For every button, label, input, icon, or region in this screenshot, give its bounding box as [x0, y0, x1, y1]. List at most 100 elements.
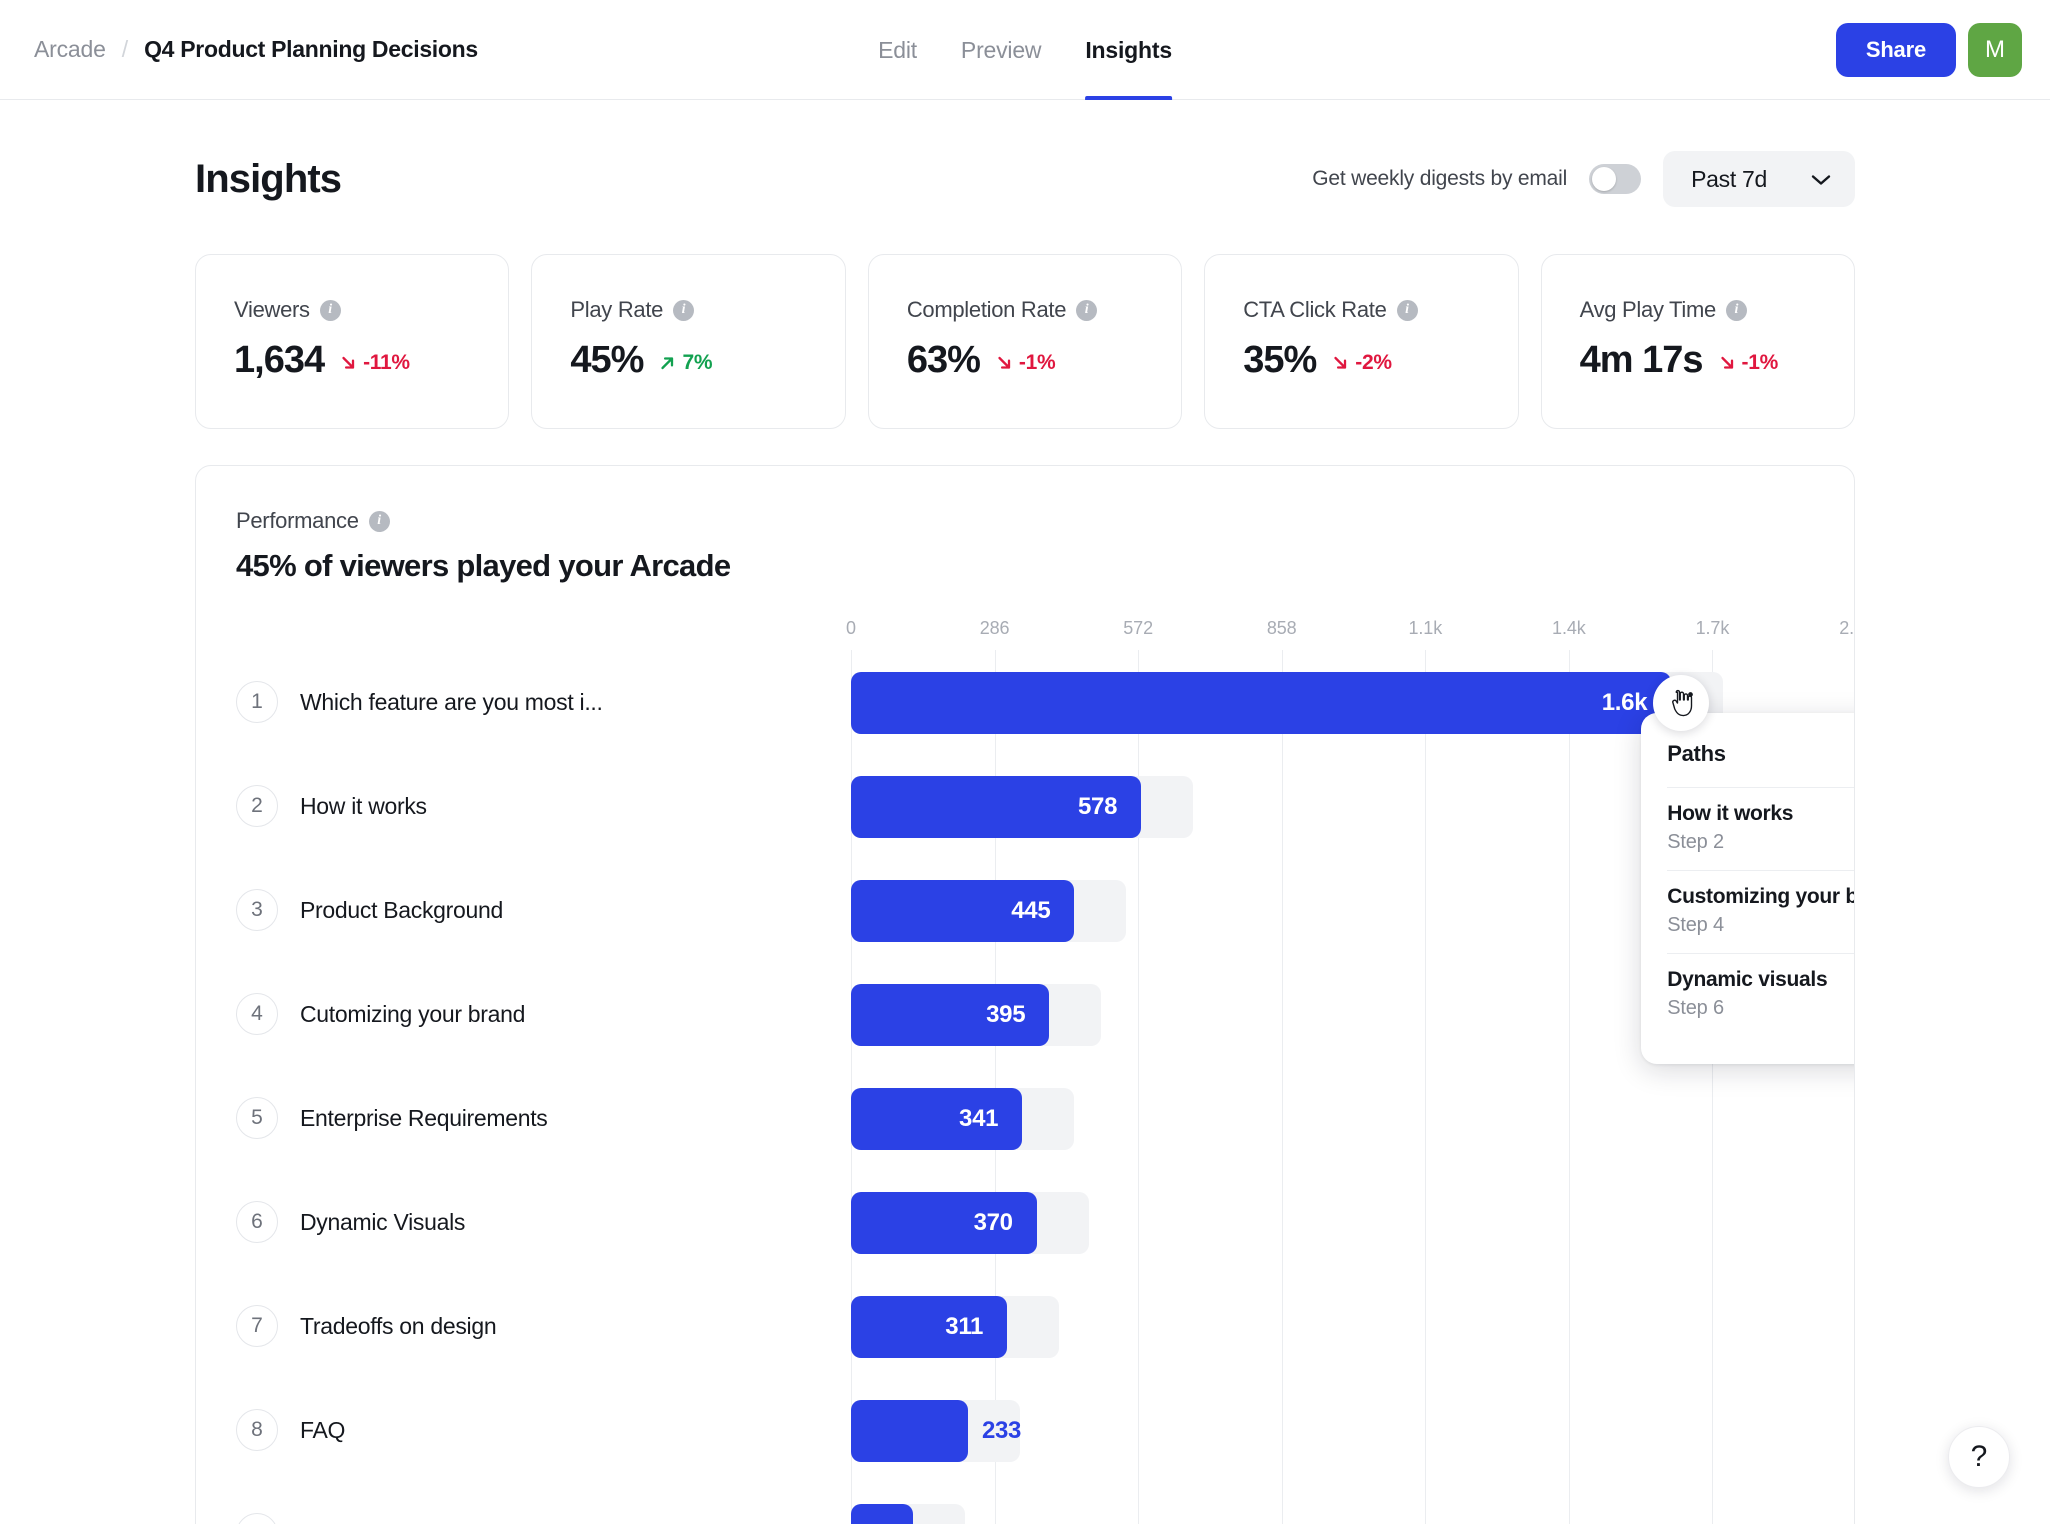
bar-value-label: 311	[945, 1313, 984, 1340]
tooltip-path-name: How it works	[1667, 802, 1794, 825]
bar[interactable]: 1.6k	[851, 672, 1672, 734]
chart-bar-row[interactable]: 6 Dynamic Visuals 370	[236, 1170, 1854, 1274]
metric-card-cta-click-rate: CTA Click Rate i 35% -2%	[1204, 254, 1519, 429]
chart-bar-row[interactable]: 8 FAQ 233	[236, 1378, 1854, 1482]
chart-row-label-group: 1 Which feature are you most i...	[236, 650, 836, 754]
info-icon[interactable]: i	[319, 299, 341, 321]
avatar[interactable]: M	[1968, 22, 2022, 77]
arrow-down-right-icon	[1719, 354, 1737, 372]
page-header-controls: Get weekly digests by email Past 7d	[1312, 151, 1855, 207]
arrow-down-right-icon	[340, 354, 358, 372]
metric-value: 45%	[570, 339, 644, 381]
bar[interactable]: 311	[851, 1296, 1008, 1358]
metric-cards: Viewers i 1,634 -11% Play Rate i 45% 7% …	[195, 254, 1856, 429]
breadcrumb-root-link[interactable]: Arcade	[34, 36, 106, 63]
chevron-down-icon	[1811, 173, 1831, 185]
chart-bar-row[interactable]: 7 Tradeoffs on design 311	[236, 1274, 1854, 1378]
chart-row-label-group: 5 Enterprise Requirements	[236, 1066, 836, 1170]
chart-row-title: Tradeoffs on design	[300, 1312, 497, 1339]
tab-preview[interactable]: Preview	[961, 0, 1042, 100]
bar-value-label: 445	[1011, 897, 1051, 924]
bar[interactable]: 395	[851, 984, 1050, 1046]
toggle-knob	[1592, 167, 1617, 191]
bar-value-label: 370	[973, 1209, 1013, 1236]
bar-value-label: 341	[959, 1105, 999, 1132]
metric-delta: -1%	[1719, 351, 1778, 375]
bar-value-label: 233	[981, 1417, 1022, 1444]
share-button[interactable]: Share	[1835, 22, 1956, 77]
step-number-badge: 9	[236, 1513, 278, 1524]
tooltip-title: Paths	[1667, 741, 1726, 766]
performance-headline: 45% of viewers played your Arcade	[236, 548, 731, 583]
chart-row-title: Enterprise Requirements	[300, 1104, 548, 1131]
x-axis-tick-label: 858	[1266, 618, 1297, 638]
tooltip-path-step: Step 2	[1667, 831, 1724, 853]
chart-row-label-group: 9 That's all!	[236, 1482, 836, 1524]
arrow-down-right-icon	[996, 354, 1014, 372]
weekly-digest-toggle[interactable]	[1589, 164, 1642, 194]
tab-insights[interactable]: Insights	[1085, 0, 1172, 100]
bar[interactable]: 341	[851, 1088, 1023, 1150]
breadcrumb-current-title: Q4 Product Planning Decisions	[144, 36, 478, 62]
x-axis-tick-label: 2.0k	[1839, 618, 1854, 638]
chart-row-title: FAQ	[300, 1416, 346, 1443]
metric-delta-text: -1%	[1018, 351, 1056, 374]
x-axis-tick-label: 1.4k	[1552, 618, 1586, 638]
chart-row-label-group: 3 Product Background	[236, 858, 836, 962]
chart-bar-row[interactable]: 9 That's all! 123	[236, 1482, 1854, 1524]
weekly-digest-label: Get weekly digests by email	[1312, 167, 1568, 190]
metric-value: 35%	[1243, 339, 1317, 381]
metric-delta-text: -11%	[363, 351, 410, 374]
chart-row-title: Product Background	[300, 896, 504, 923]
top-bar-actions: Share M	[1835, 22, 2022, 77]
page-header: Insights Get weekly digests by email Pas…	[195, 148, 1855, 210]
info-icon[interactable]: i	[1725, 299, 1747, 321]
performance-panel: Performance i 45% of viewers played your…	[195, 465, 1855, 1524]
bar[interactable]: 445	[851, 880, 1075, 942]
bar[interactable]	[851, 1504, 913, 1524]
metric-value: 1,634	[234, 339, 325, 381]
tooltip-path-step: Step 4	[1667, 914, 1724, 936]
metric-card-avg-play-time: Avg Play Time i 4m 17s -1%	[1540, 254, 1856, 429]
info-icon[interactable]: i	[1396, 299, 1418, 321]
chart-bar-row[interactable]: 5 Enterprise Requirements 341	[236, 1066, 1854, 1170]
tooltip-row: Customizing your brand Step 4 8% 56	[1667, 870, 1854, 953]
chart-row-label-group: 7 Tradeoffs on design	[236, 1274, 836, 1378]
chart-x-axis: 0 286 572 858 1.1k 1.4k 1.7k 2.0k	[846, 618, 1854, 650]
metric-label: Viewers	[234, 297, 310, 322]
page-title: Insights	[195, 156, 342, 201]
metric-delta: -1%	[996, 351, 1056, 375]
metric-delta-text: -1%	[1741, 351, 1779, 374]
metric-card-play-rate: Play Rate i 45% 7%	[531, 254, 846, 429]
chart-row-label-group: 8 FAQ	[236, 1378, 836, 1482]
bar[interactable]	[851, 1400, 968, 1462]
info-icon[interactable]: i	[368, 510, 390, 532]
bar[interactable]: 578	[851, 776, 1142, 838]
step-number-badge: 1	[236, 681, 278, 723]
chart-row-title: Which feature are you most i...	[300, 688, 603, 715]
metric-label: Avg Play Time	[1579, 297, 1717, 322]
x-axis-tick-label: 0	[846, 618, 856, 638]
metric-delta: 7%	[659, 351, 713, 375]
info-icon[interactable]: i	[1076, 299, 1098, 321]
info-icon[interactable]: i	[673, 299, 695, 321]
x-axis-tick-label: 1.1k	[1408, 618, 1443, 638]
date-range-select[interactable]: Past 7d	[1663, 151, 1855, 207]
page-body: Insights Get weekly digests by email Pas…	[0, 100, 2050, 1524]
help-button[interactable]: ?	[1948, 1426, 2010, 1488]
chart-row-label-group: 4 Cutomizing your brand	[236, 962, 836, 1066]
step-number-badge: 5	[236, 1097, 278, 1139]
bar[interactable]: 370	[851, 1192, 1037, 1254]
metric-card-completion-rate: Completion Rate i 63% -1%	[867, 254, 1183, 429]
step-number-badge: 7	[236, 1305, 278, 1347]
chart-row-title: Cutomizing your brand	[300, 1000, 526, 1027]
cursor-pointer-badge	[1653, 675, 1710, 731]
performance-label: Performance	[236, 508, 359, 533]
tooltip-row: How it works Step 2 80% 573	[1667, 787, 1854, 870]
tooltip-path-name: Customizing your brand	[1667, 885, 1854, 908]
tab-edit[interactable]: Edit	[878, 0, 917, 100]
metric-card-viewers: Viewers i 1,634 -11%	[195, 254, 510, 429]
metric-label: CTA Click Rate	[1243, 297, 1387, 322]
arrow-up-right-icon	[659, 354, 677, 372]
breadcrumb-separator: /	[121, 36, 129, 62]
